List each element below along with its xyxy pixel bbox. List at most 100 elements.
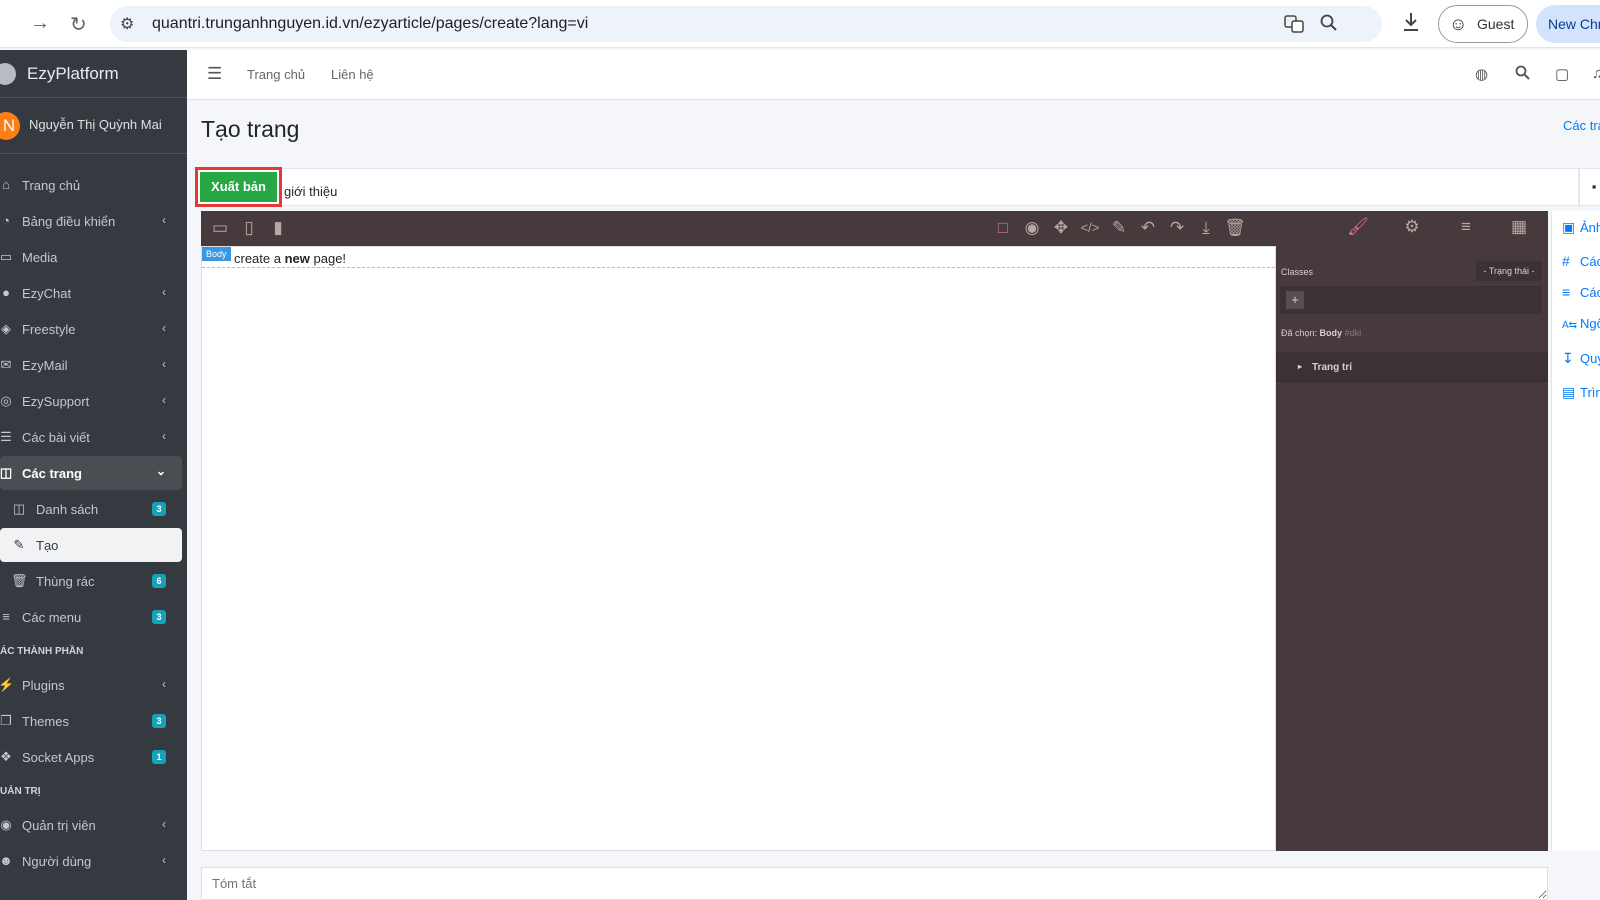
page-title: Tạo trang — [201, 116, 300, 142]
preview-icon[interactable]: ◉ — [1020, 218, 1044, 238]
sidebar-item-label: EzySupport — [22, 394, 90, 409]
sidebar-item-pages[interactable]: ◫ Các trang ⌄ — [0, 456, 182, 490]
gear-icon[interactable]: ⚙ — [1400, 217, 1424, 237]
sidebar-item-trash[interactable]: 🗑 Thùng rác 6 — [0, 564, 182, 598]
zoom-icon[interactable] — [1320, 14, 1338, 37]
new-chrome-button[interactable]: New Chr — [1536, 5, 1600, 43]
right-item-status[interactable]: ▤ Trìn — [1562, 384, 1600, 401]
decoration-section[interactable]: ▸ Trang trí — [1276, 352, 1548, 382]
user-panel[interactable]: N Nguyễn Thị Quỳnh Mai — [0, 98, 187, 154]
page-title-input[interactable] — [284, 171, 1574, 203]
back-icon[interactable]: ‹ — [0, 12, 1, 35]
right-item-categories[interactable]: ≡ Các — [1562, 284, 1600, 300]
sidebar-item-themes[interactable]: ❐ Themes 3 — [0, 704, 182, 738]
bell-icon[interactable]: ♫ — [1592, 65, 1600, 82]
list-icon: ☰ — [0, 429, 12, 444]
right-item-label: Quy — [1580, 351, 1600, 366]
chevron-left-icon: ‹ — [162, 285, 166, 299]
sidebar-item-socket-apps[interactable]: ❖ Socket Apps 1 — [0, 740, 182, 774]
nav-link-contact[interactable]: Liên hệ — [331, 67, 374, 82]
nav-link-home[interactable]: Trang chủ — [247, 67, 305, 82]
sidebar-item-page-list[interactable]: ◫ Danh sách 3 — [0, 492, 182, 526]
redo-icon[interactable]: ↷ — [1165, 218, 1189, 238]
right-item-label: Ảnh — [1580, 220, 1600, 235]
sidebar-item-home[interactable]: ⌂ Trang chủ — [0, 168, 182, 202]
address-bar[interactable]: ⚙ quantri.trunganhnguyen.id.vn/ezyarticl… — [110, 6, 1382, 42]
sidebar-item-label: Trang chủ — [22, 178, 81, 193]
fullscreen-icon[interactable]: ✥ — [1049, 218, 1073, 238]
globe-icon[interactable]: ◍ — [1475, 65, 1488, 83]
sidebar-item-dashboard[interactable]: ◔ Bảng điều khiển ‹ — [0, 204, 182, 238]
sidebar-item-media[interactable]: ▭ Media — [0, 240, 182, 274]
translate-icon[interactable] — [1284, 14, 1304, 39]
sidebar-item-ezysupport[interactable]: ◎ EzySupport ‹ — [0, 384, 182, 418]
download-icon[interactable] — [1402, 12, 1420, 38]
add-class-button[interactable]: + — [1286, 291, 1304, 309]
count-badge: 1 — [152, 750, 166, 764]
layers-icon[interactable]: ≡ — [1454, 217, 1478, 237]
save-icon[interactable]: ▪ — [1579, 168, 1600, 206]
hamburger-icon[interactable]: ☰ — [207, 64, 222, 84]
sidebar-header-components: ÁC THÀNH PHẦN — [0, 646, 84, 657]
sidebar-item-users[interactable]: ☻ Người dùng ‹ — [0, 844, 182, 878]
site-settings-icon[interactable]: ⚙ — [120, 14, 134, 34]
chevron-left-icon: ‹ — [162, 817, 166, 831]
sidebar-item-menus[interactable]: ≡ Các menu 3 — [0, 600, 182, 634]
desktop-icon[interactable]: ▭ — [208, 218, 232, 238]
sidebar-item-create[interactable]: ✎ Tạo — [0, 528, 182, 562]
sidebar-item-label: Người dùng — [22, 854, 92, 869]
outline-toggle-icon[interactable]: □ — [991, 218, 1015, 238]
publish-highlight: Xuất bản — [195, 167, 282, 207]
profile-button[interactable]: ☺ Guest — [1438, 5, 1528, 43]
code-icon[interactable]: </> — [1078, 220, 1102, 235]
summary-input[interactable] — [201, 867, 1548, 900]
sidebar-item-ezymail[interactable]: ✉ EzyMail ‹ — [0, 348, 182, 382]
dashboard-icon: ◔ — [2, 213, 10, 228]
sidebar-item-label: Bảng điều khiển — [22, 214, 116, 229]
edit-icon[interactable]: ✎ — [1107, 218, 1131, 238]
sidebar-item-articles[interactable]: ☰ Các bài viết ‹ — [0, 420, 182, 454]
count-badge: 3 — [152, 610, 166, 624]
classes-box: + — [1280, 286, 1542, 314]
reload-icon[interactable]: ↻ — [70, 12, 87, 37]
brand[interactable]: EzyPlatform — [0, 50, 187, 98]
chevron-left-icon: ‹ — [162, 321, 166, 335]
tablet-icon[interactable]: ▯ — [237, 218, 261, 238]
columns-icon: ◫ — [12, 501, 26, 516]
forward-icon[interactable]: → — [30, 12, 50, 35]
browser-toolbar: ‹ → ↻ ⚙ quantri.trunganhnguyen.id.vn/ezy… — [0, 0, 1600, 48]
brush-icon[interactable]: 🖌 — [1346, 217, 1370, 237]
search-icon[interactable] — [1515, 65, 1530, 84]
guest-label: Guest — [1477, 16, 1515, 32]
sidebar-item-freestyle[interactable]: ◈ Freestyle ‹ — [0, 312, 182, 346]
sidebar-item-plugins[interactable]: ⚡ Plugins ‹ — [0, 668, 182, 702]
breadcrumb[interactable]: Các tra — [1563, 118, 1600, 133]
right-item-label: Các — [1580, 254, 1600, 269]
right-item-order[interactable]: ↧ Quy — [1562, 350, 1600, 367]
editor-canvas[interactable]: Body create a new page! — [201, 246, 1276, 851]
sidebar-item-ezychat[interactable]: ● EzyChat ‹ — [0, 276, 182, 310]
clear-icon[interactable]: 🗑 — [1223, 218, 1247, 238]
mobile-icon[interactable]: ▮ — [266, 218, 290, 238]
sidebar-item-admins[interactable]: ◉ Quản trị viên ‹ — [0, 808, 182, 842]
profile-icon: ☺ — [1449, 14, 1468, 34]
import-icon[interactable]: ⤓ — [1194, 218, 1218, 238]
cube-icon: ◈ — [1, 321, 11, 336]
selected-info: Đã chọn: Body #dkl — [1281, 328, 1361, 338]
sidebar-item-label: Tạo — [36, 538, 59, 553]
top-navbar: ☰ Trang chủ Liên hệ ◍ ▢ ♫ — [187, 50, 1600, 100]
messages-icon[interactable]: ▢ — [1555, 65, 1569, 83]
body-text[interactable]: create a new page! — [234, 251, 346, 266]
right-item-image[interactable]: ▣ Ảnh — [1562, 219, 1600, 236]
undo-icon[interactable]: ↶ — [1136, 218, 1160, 238]
publish-button[interactable]: Xuất bản — [200, 172, 277, 202]
right-item-tags[interactable]: # Các — [1562, 253, 1600, 269]
caret-right-icon: ▸ — [1298, 362, 1303, 371]
mail-icon: ✉ — [0, 357, 12, 372]
body-tag-badge: Body — [202, 247, 231, 261]
state-select[interactable]: - Trạng thái - — [1476, 261, 1542, 281]
blocks-icon[interactable]: ▦ — [1507, 217, 1531, 237]
chevron-left-icon: ‹ — [162, 213, 166, 227]
right-item-language[interactable]: A⇆Ngô — [1562, 316, 1600, 331]
right-item-label: Trìn — [1580, 385, 1600, 400]
